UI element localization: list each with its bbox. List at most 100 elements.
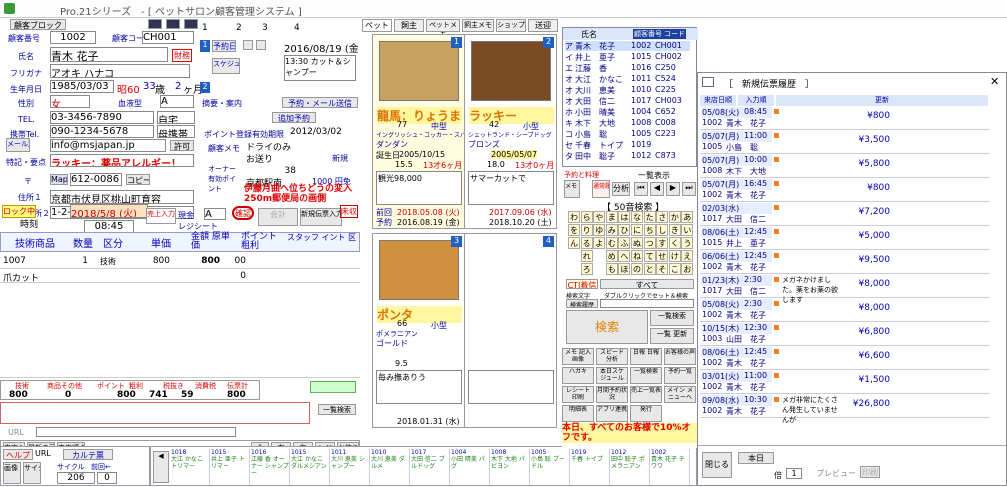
schedule-slot[interactable]: 1016 江藤 香 オーナー シャンプー: [251, 449, 290, 485]
first-record-icon[interactable]: ⏮: [634, 182, 648, 196]
kana-key[interactable]: そ: [656, 263, 669, 275]
pet-weight-1[interactable]: 77: [397, 120, 407, 129]
kana-key[interactable]: さ: [656, 211, 669, 223]
kana-key[interactable]: ふ: [618, 237, 631, 249]
kana-key[interactable]: し: [656, 224, 669, 236]
kana-key[interactable]: ろ: [580, 263, 593, 275]
menu-button[interactable]: 売上一覧表: [630, 386, 662, 403]
sales-table-body[interactable]: [0, 283, 360, 378]
list-item[interactable]: キ木下 大地 1008 C008: [565, 118, 690, 128]
copy-button[interactable]: コピー: [126, 174, 150, 185]
payment-fields[interactable]: [0, 402, 310, 424]
list-header-no[interactable]: 顧客番号: [633, 29, 663, 39]
menu-button[interactable]: メイン メニューへ: [664, 386, 696, 403]
tab-2[interactable]: 2: [236, 23, 246, 33]
kana-key[interactable]: や: [593, 211, 606, 223]
kana-key[interactable]: す: [656, 237, 669, 249]
tab-owner-memo[interactable]: 飼主メモ: [462, 19, 494, 32]
tab-4[interactable]: 4: [294, 23, 304, 33]
schedule-slot[interactable]: 1008 木下 大地 パピヨン: [491, 449, 530, 485]
reserve-date-button[interactable]: 予約日付: [212, 40, 236, 52]
list-search-button[interactable]: 一覧検索: [318, 404, 356, 415]
memo2-field[interactable]: お送り: [246, 152, 326, 164]
kana-key[interactable]: な: [631, 211, 643, 223]
addr1-field[interactable]: 京都市伏見区桃山町育容: [50, 190, 194, 204]
menu-button[interactable]: スピード 分析: [596, 348, 628, 365]
sort-by-date[interactable]: 来店日順: [700, 95, 736, 106]
kana-key[interactable]: ん: [568, 237, 580, 249]
table-row[interactable]: 05/08(火) 2:30 1002 青木 花子 ¥8,000: [700, 299, 990, 322]
kana-key[interactable]: ぬ: [631, 237, 643, 249]
list-item[interactable]: タ田中 聡子 1012 C873: [565, 151, 690, 161]
schedule-slot[interactable]: 1011 大川 恵美 シャンプー: [331, 449, 370, 485]
menu-button[interactable]: 月間予約状況: [596, 386, 628, 403]
pet-card-1[interactable]: 1 龍馬：りょうま 中型 イングリッシュ・コッカー・スパニエル ダンダン 77 …: [372, 34, 465, 229]
tab-3[interactable]: 3: [262, 23, 272, 33]
table-row[interactable]: 09/08(水) 10:30 1002 青木 花子 メガ非常にたくさん発生していませんが…: [700, 395, 990, 424]
blood-select[interactable]: A: [160, 95, 194, 108]
customer-code-field[interactable]: CH001: [142, 31, 194, 44]
list-item[interactable]: オ大田 信二 1017 CH003: [565, 96, 690, 106]
kana-key[interactable]: る: [580, 237, 593, 249]
kana-key[interactable]: い: [681, 224, 694, 236]
kana-key[interactable]: と: [643, 263, 656, 275]
tab-shop[interactable]: ショップ: [496, 19, 526, 32]
table-row[interactable]: 05/07(月) 11:00 1005 小島 聡 ¥3,500: [700, 131, 990, 154]
kana-key[interactable]: お: [681, 263, 694, 275]
table-row[interactable]: 爪カット 0: [0, 269, 360, 284]
kana-key[interactable]: ほ: [618, 263, 631, 275]
reserve-date-field[interactable]: 2016/08/19 (金): [284, 40, 358, 53]
table-row[interactable]: 1007 1 技術 800 800 00: [0, 253, 360, 269]
menu-button[interactable]: 本日スケジュール: [596, 367, 628, 384]
memo-save-button[interactable]: メモ 保存: [564, 180, 580, 198]
list-header-code[interactable]: コード: [663, 29, 686, 39]
point-date-field[interactable]: 2012/03/02: [290, 127, 356, 140]
schedule-slot[interactable]: 1019 千春 トイプ: [571, 449, 610, 485]
new-slip-button[interactable]: 新規伝票入力: [300, 208, 342, 226]
kana-key[interactable]: み: [605, 224, 618, 236]
pet-card-2[interactable]: 2 ラッキー 小型 シェットランド・シープドッグ ブロンズ 42 2005/05…: [464, 34, 557, 229]
close-button[interactable]: 閉じる: [702, 452, 732, 478]
pet-card-4[interactable]: 4: [464, 233, 557, 428]
schedule-slot[interactable]: 1004 小田 晴美 パグ: [451, 449, 490, 485]
table-row[interactable]: 03/01(火) 11:00 1002 青木 花子 ¥1,500: [700, 371, 990, 394]
pet-card-3[interactable]: 3 ポンタ 小型 ポメラニアン ゴールド 66 9.5 毎み撫ありう 2018.…: [372, 233, 465, 428]
reserve-time-field[interactable]: 13:30 カット＆シャンプー: [284, 55, 356, 81]
table-row[interactable]: 05/08(火) 08:45 1002 青木 花子 ¥800: [700, 107, 990, 130]
nav-last-icon[interactable]: [184, 19, 198, 29]
pet-name-3[interactable]: ポンタ: [377, 306, 462, 323]
menu-button[interactable]: 明細表: [562, 405, 594, 422]
tel-type-select[interactable]: 自宅: [157, 111, 195, 124]
menu-button[interactable]: メモ 記入 画像: [562, 348, 594, 365]
mail-reserve-button[interactable]: 予約・メール送信: [282, 97, 358, 108]
cash-radio[interactable]: 現金: [178, 210, 194, 221]
schedule-prev-button[interactable]: ◀: [153, 451, 169, 483]
mobile-field[interactable]: 090-1234-5678: [50, 125, 154, 138]
kana-key[interactable]: り: [580, 224, 593, 236]
prev-record-icon[interactable]: ◀: [650, 182, 664, 196]
mail-field[interactable]: info@msjapan.jp: [50, 139, 166, 152]
search-button[interactable]: 検索: [566, 310, 648, 344]
menu-button[interactable]: 発行: [630, 405, 662, 422]
last-record-icon[interactable]: ⏭: [682, 182, 696, 196]
name-field[interactable]: 青木 花子: [50, 47, 168, 62]
schedule-slot[interactable]: 1012 田中 聡子 ポメラニアン: [611, 449, 650, 485]
minus-icon[interactable]: [243, 40, 253, 50]
schedule-slot[interactable]: 1017 大田 信二 ブルドッグ: [411, 449, 450, 485]
list-item[interactable]: ア青木 花子 1002 CH001: [565, 41, 690, 51]
mail-send-button[interactable]: メール送信: [6, 138, 30, 152]
list-item[interactable]: イ井上 亜子 1015 CH002: [565, 52, 690, 62]
kana-key[interactable]: く: [668, 237, 681, 249]
print-button[interactable]: 印刷: [860, 466, 880, 478]
today-button[interactable]: 本日: [738, 452, 774, 464]
kana-key[interactable]: は: [618, 211, 631, 223]
help-button[interactable]: ヘルプ: [3, 449, 33, 460]
list-item[interactable]: コ小島 聡 1005 C223: [565, 129, 690, 139]
kana-key[interactable]: う: [681, 237, 694, 249]
confirm-button[interactable]: 確認: [232, 206, 254, 220]
kana-key[interactable]: き: [668, 224, 681, 236]
kana-key[interactable]: つ: [643, 237, 656, 249]
schedule-all-button[interactable]: スケジュール全体: [212, 58, 240, 74]
menu-button[interactable]: ハガキ: [562, 367, 594, 384]
checkout-button[interactable]: 会計: [258, 208, 298, 226]
